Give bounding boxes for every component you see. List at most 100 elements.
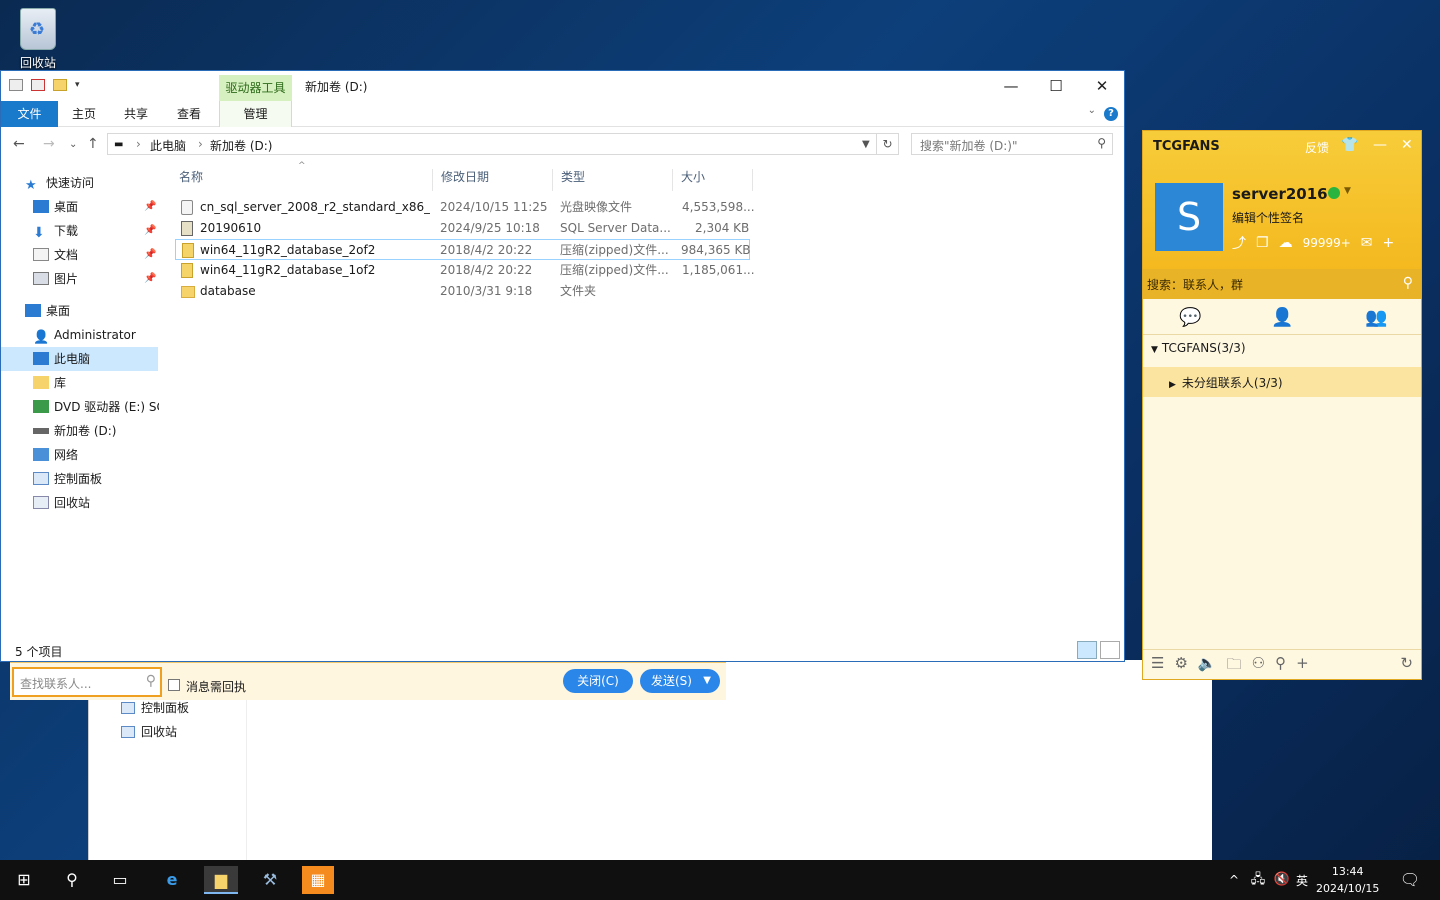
messages-tab-icon[interactable]: 💬 <box>1179 307 1201 328</box>
breadcrumb-separator-icon[interactable]: › <box>136 137 141 151</box>
column-header-name[interactable]: 名称 <box>171 169 433 191</box>
folder-icon[interactable]: 🗀 <box>1227 654 1242 675</box>
skin-icon[interactable]: 👕 <box>1341 137 1358 153</box>
minimize-button[interactable]: — <box>988 71 1034 101</box>
nav-recycle-bin[interactable]: 回收站 <box>33 491 90 515</box>
recent-locations-button[interactable]: ⌄ <box>69 139 77 150</box>
nav-volume-d[interactable]: 新加卷 (D:) <box>33 419 116 443</box>
online-status-icon[interactable] <box>1328 187 1340 199</box>
tab-manage[interactable]: 管理 <box>219 101 292 127</box>
column-header-date[interactable]: 修改日期 <box>433 169 553 191</box>
breadcrumb-separator-icon[interactable]: › <box>198 137 203 151</box>
share-icon[interactable]: ⤴ <box>1232 233 1246 253</box>
notifications-icon[interactable]: 🗨 <box>1396 866 1424 894</box>
chat-bubbles-icon[interactable]: ❐ <box>1256 235 1269 251</box>
feedback-link[interactable]: 反馈 <box>1305 139 1329 156</box>
qq-search-input[interactable]: 搜索：联系人，群 ⚲ <box>1143 269 1421 299</box>
windows-start-icon[interactable]: ⊞ <box>10 866 38 894</box>
file-row[interactable]: win64_11gR2_database_1of2 2018/4/2 20:22… <box>175 260 755 281</box>
contact-search-input[interactable]: 查找联系人... ⚲ <box>12 667 162 697</box>
desktop-recycle-bin[interactable]: 回收站 <box>8 6 68 70</box>
menu-icon[interactable]: ☰ <box>1151 654 1164 675</box>
qzone-icon[interactable]: ☁ <box>1279 235 1293 251</box>
column-header-type[interactable]: 类型 <box>553 169 673 191</box>
add-icon[interactable]: + <box>1296 654 1309 675</box>
drive-icon[interactable] <box>9 79 23 91</box>
breadcrumb-volume-d[interactable]: 新加卷 (D:) <box>210 137 272 154</box>
title-bar[interactable]: ▾ 驱动器工具 新加卷 (D:) — ☐ ✕ <box>1 71 1124 101</box>
nav-pictures[interactable]: 图片 <box>33 267 78 291</box>
clock[interactable]: 13:44 2024/10/15 <box>1316 863 1379 897</box>
refresh-button[interactable]: ↻ <box>877 133 899 155</box>
pin-icon[interactable]: 📌 <box>144 273 156 284</box>
chevron-down-icon[interactable]: ▼ <box>703 669 711 693</box>
large-icons-view-icon[interactable] <box>1100 641 1120 659</box>
details-view-icon[interactable] <box>1077 641 1097 659</box>
nav-administrator[interactable]: 👤 Administrator <box>33 323 136 347</box>
send-button[interactable]: 发送(S) ▼ <box>640 669 720 693</box>
refresh-icon[interactable]: ↻ <box>1400 654 1413 675</box>
speaker-icon[interactable]: 🔈 <box>1198 654 1217 675</box>
search-icon[interactable]: ⚲ <box>58 866 86 894</box>
internet-explorer-icon[interactable]: e <box>158 866 186 894</box>
task-view-icon[interactable]: ▭ <box>106 866 134 894</box>
up-button[interactable]: ↑ <box>87 136 99 152</box>
mail-icon[interactable]: ✉ <box>1361 235 1373 251</box>
avatar[interactable]: S <box>1155 183 1223 251</box>
nav-this-pc[interactable]: 此电脑 <box>1 347 158 371</box>
nav-downloads[interactable]: ⬇ 下载 <box>33 219 78 243</box>
nav-documents[interactable]: 文档 <box>33 243 78 267</box>
properties-icon[interactable] <box>31 79 45 91</box>
nav-network[interactable]: 网络 <box>33 443 78 467</box>
input-language[interactable]: 英 <box>1296 872 1308 889</box>
contacts-tab-icon[interactable]: 👤 <box>1271 307 1293 328</box>
search-icon[interactable]: ⚲ <box>1275 654 1286 675</box>
close-button[interactable]: ✕ <box>1401 137 1413 153</box>
file-row-selected[interactable]: win64_11gR2_database_2of2 2018/4/2 20:22… <box>175 239 751 260</box>
nav-libraries[interactable]: 库 <box>33 371 66 395</box>
add-icon[interactable]: + <box>1383 235 1395 251</box>
pin-icon[interactable]: 📌 <box>144 225 156 236</box>
tab-view[interactable]: 查看 <box>166 101 212 127</box>
pin-icon[interactable]: 📌 <box>144 201 156 212</box>
new-folder-icon[interactable] <box>53 79 67 91</box>
help-icon[interactable]: ? <box>1104 107 1118 121</box>
bg-nav-control-panel[interactable]: 控制面板 <box>121 698 189 718</box>
server-manager-icon[interactable]: ⚒ <box>254 866 286 894</box>
signature[interactable]: 编辑个性签名 <box>1232 209 1304 226</box>
pin-icon[interactable]: 📌 <box>144 249 156 260</box>
contact-group[interactable]: ▼ TCGFANS(3/3) <box>1151 341 1246 355</box>
bg-nav-recycle-bin[interactable]: 回收站 <box>121 722 177 742</box>
tab-share[interactable]: 共享 <box>113 101 159 127</box>
search-input[interactable]: 搜索"新加卷 (D:)" ⚲ <box>911 133 1113 155</box>
file-explorer-icon[interactable]: ▆ <box>204 866 238 894</box>
nav-desktop[interactable]: 桌面 <box>25 299 70 323</box>
nav-quick-access[interactable]: ★ 快速访问 <box>25 171 94 195</box>
close-chat-button[interactable]: 关闭(C) <box>563 669 633 693</box>
contact-subgroup[interactable]: ▶ 未分组联系人(3/3) <box>1143 367 1421 397</box>
speaker-muted-icon[interactable]: 🔇 <box>1268 866 1296 894</box>
qq-app-icon[interactable]: ▦ <box>302 866 334 894</box>
nickname[interactable]: server2016 <box>1232 185 1328 203</box>
tab-home[interactable]: 主页 <box>61 101 107 127</box>
maximize-button[interactable]: ☐ <box>1033 71 1079 101</box>
chevron-down-icon[interactable]: ▼ <box>1344 186 1351 196</box>
nav-control-panel[interactable]: 控制面板 <box>33 467 102 491</box>
nav-dvd-drive[interactable]: DVD 驱动器 (E:) SC <box>33 395 159 419</box>
column-header-size[interactable]: 大小 <box>673 169 753 191</box>
back-button[interactable]: ← <box>13 136 25 152</box>
receipt-checkbox[interactable] <box>168 679 180 691</box>
chevron-down-icon[interactable]: ⌄ <box>1088 105 1096 116</box>
close-button[interactable]: ✕ <box>1079 71 1125 101</box>
gear-icon[interactable]: ⚙ <box>1174 654 1187 675</box>
file-row[interactable]: cn_sql_server_2008_r2_standard_x86_... 2… <box>175 197 755 218</box>
forward-button[interactable]: → <box>43 136 55 152</box>
groups-tab-icon[interactable]: 👥 <box>1365 307 1387 328</box>
chevron-down-icon[interactable]: ▼ <box>862 139 870 150</box>
tab-file[interactable]: 文件 <box>1 101 58 127</box>
address-bar[interactable]: ▬ › 此电脑 › 新加卷 (D:) ▼ <box>107 133 877 155</box>
minimize-button[interactable]: — <box>1373 137 1387 153</box>
file-row[interactable]: 20190610 2024/9/25 10:18 SQL Server Data… <box>175 218 750 239</box>
chevron-down-icon[interactable]: ▾ <box>75 80 80 90</box>
breadcrumb-this-pc[interactable]: 此电脑 <box>150 137 186 154</box>
